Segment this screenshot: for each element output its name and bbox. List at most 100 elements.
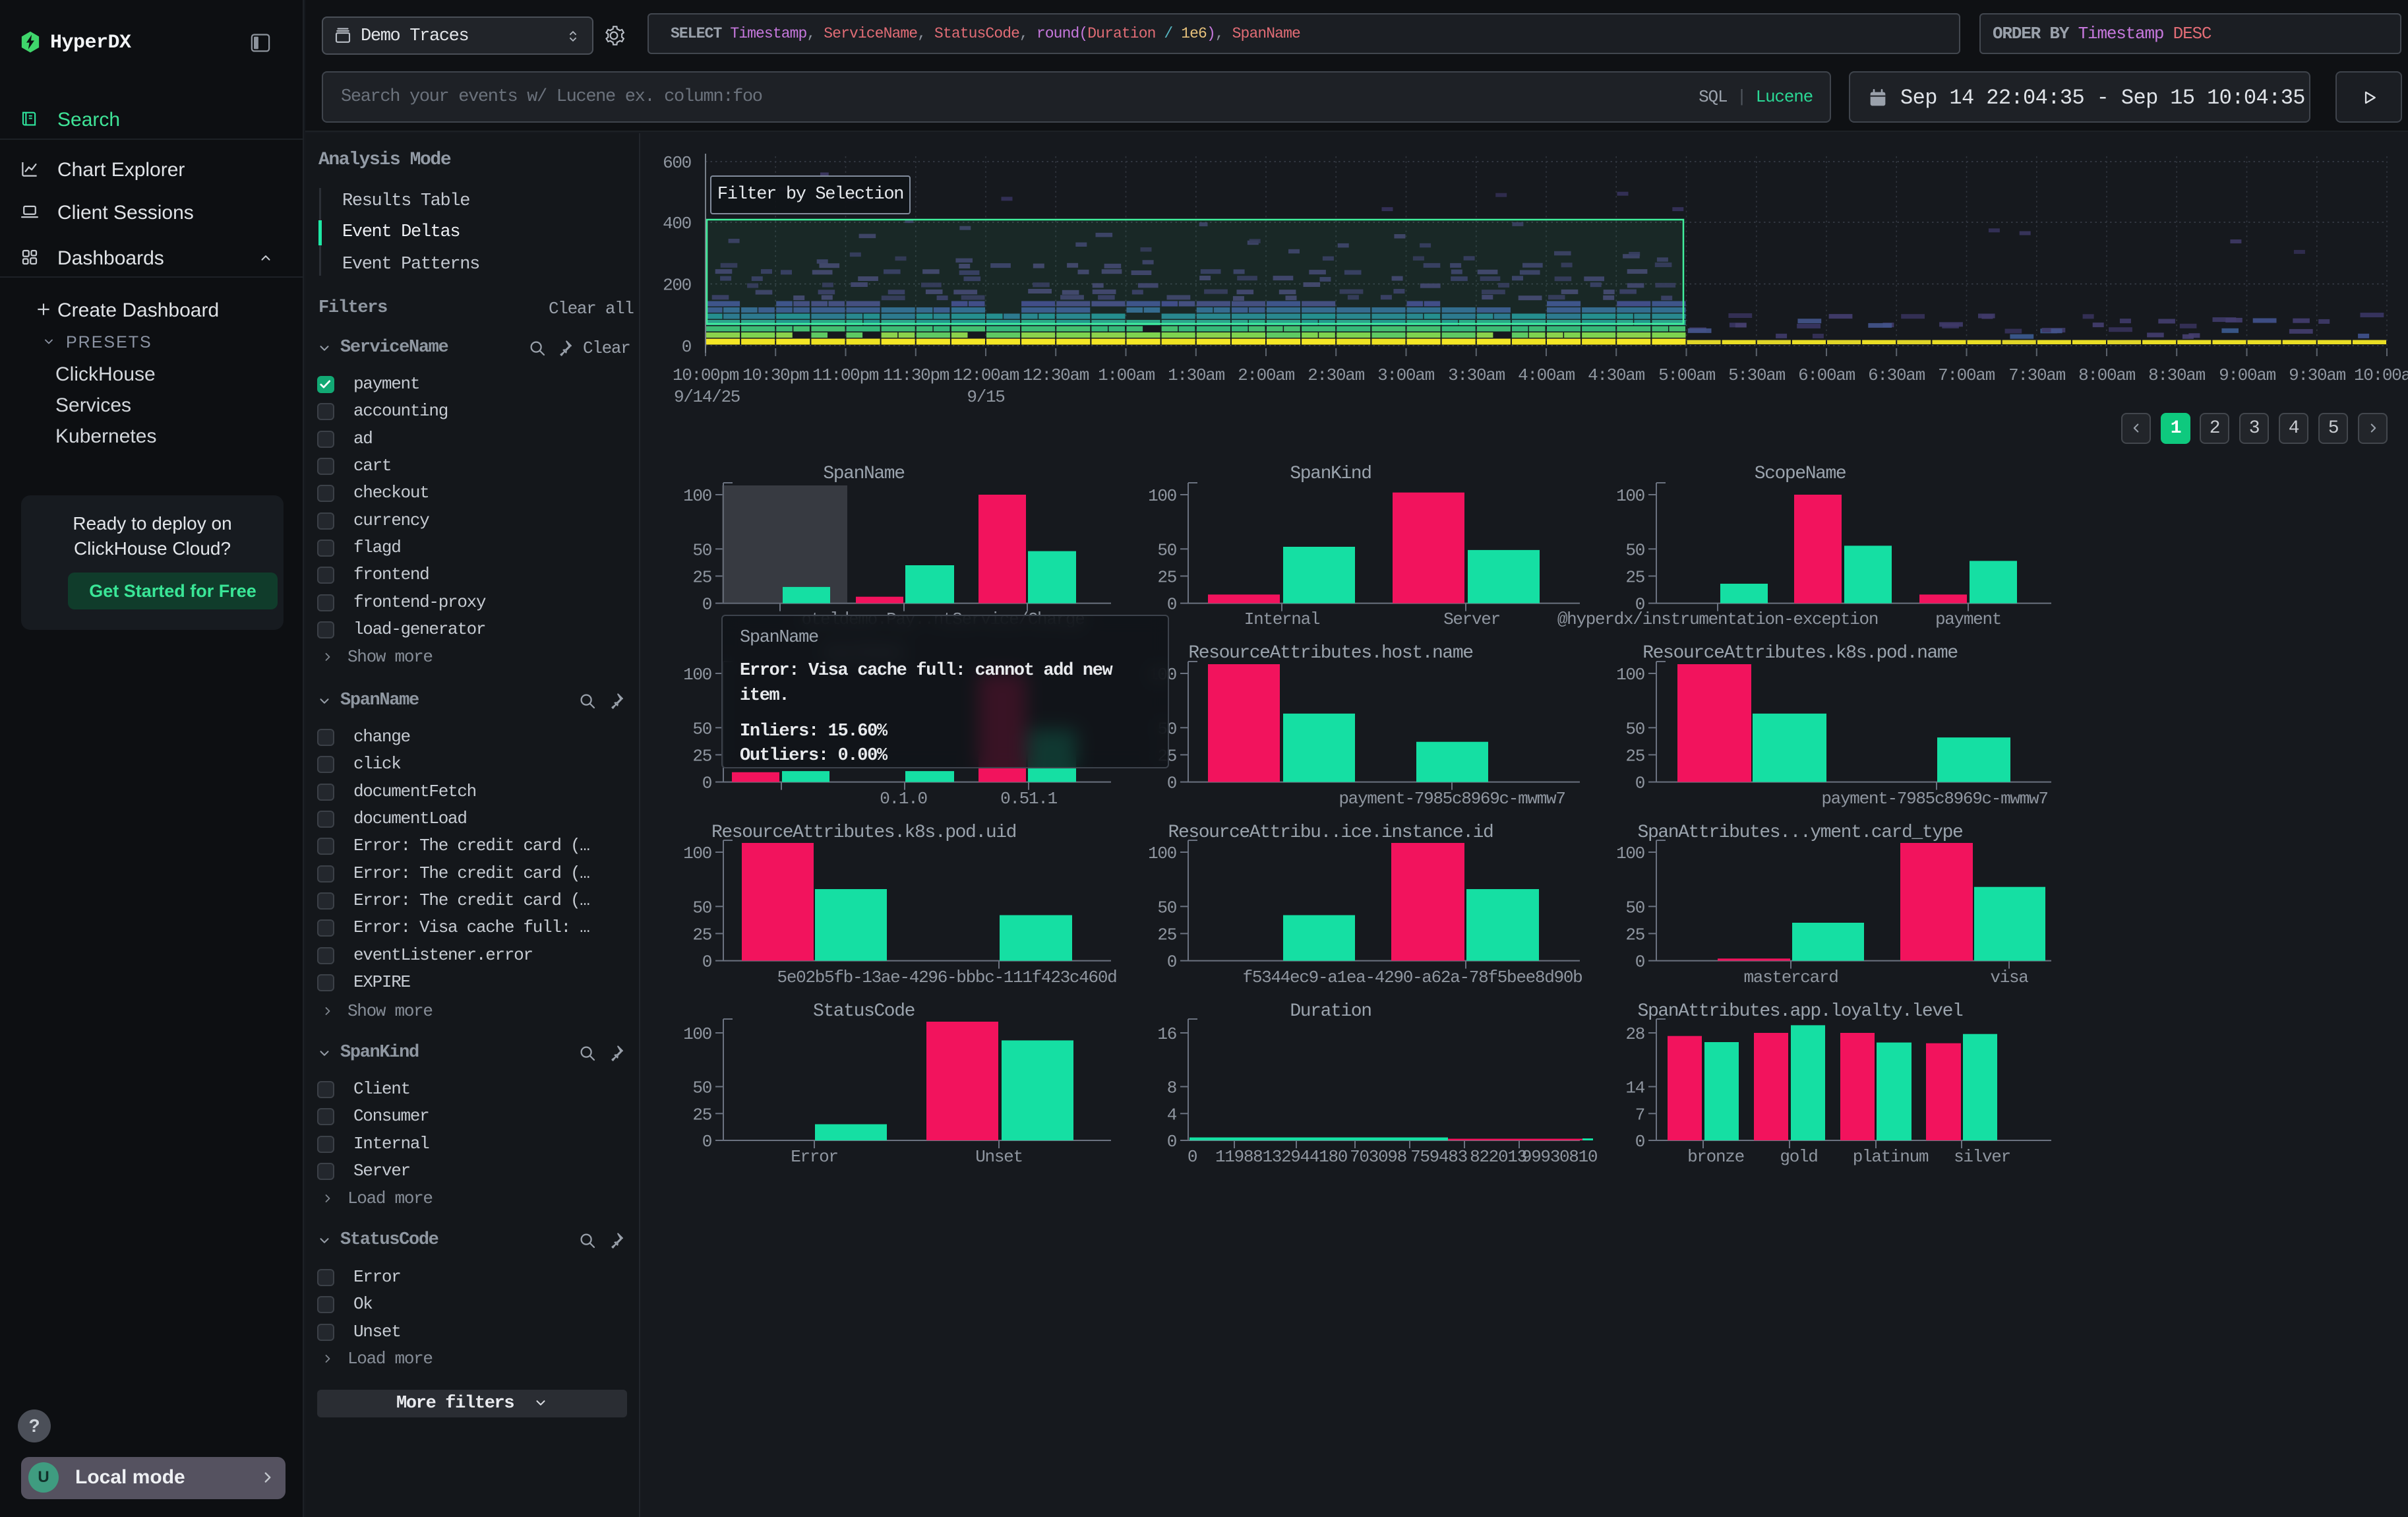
svg-text:11:30pm: 11:30pm [883, 365, 949, 385]
svg-text:9:30am: 9:30am [2289, 365, 2346, 385]
svg-text:25: 25 [692, 746, 711, 766]
svg-text:mastercard: mastercard [1743, 968, 1838, 987]
svg-text:Error: Error [791, 1147, 838, 1167]
svg-text:Unset: Unset [975, 1147, 1023, 1167]
svg-text:ResourceAttributes.host.name: ResourceAttributes.host.name [1188, 643, 1472, 664]
svg-text:50: 50 [692, 719, 711, 739]
svg-text:703098: 703098 [1350, 1147, 1406, 1167]
svg-text:100: 100 [1148, 844, 1176, 863]
svg-text:25: 25 [1157, 567, 1176, 587]
svg-text:3:00am: 3:00am [1377, 365, 1435, 385]
svg-text:0: 0 [702, 1132, 711, 1152]
svg-text:50: 50 [692, 1078, 711, 1098]
svg-text:25: 25 [692, 1105, 711, 1125]
svg-text:100: 100 [683, 844, 711, 863]
svg-text:0: 0 [1167, 774, 1176, 793]
svg-text:25: 25 [1625, 925, 1644, 944]
svg-text:0: 0 [702, 595, 711, 615]
svg-text:bronze: bronze [1687, 1147, 1744, 1167]
svg-text:0: 0 [1635, 952, 1644, 972]
svg-text:0: 0 [682, 337, 691, 357]
svg-text:400: 400 [663, 214, 691, 233]
svg-text:25: 25 [1625, 567, 1644, 587]
svg-text:0: 0 [1167, 1132, 1176, 1152]
svg-text:9:00am: 9:00am [2219, 365, 2276, 385]
svg-text:silver: silver [1954, 1147, 2010, 1167]
svg-text:5:30am: 5:30am [1728, 365, 1786, 385]
svg-text:ResourceAttribu..ice.instance.: ResourceAttribu..ice.instance.id [1168, 822, 1493, 843]
svg-text:Duration: Duration [1290, 1001, 1371, 1022]
svg-text:SpanAttributes.app.loyalty.lev: SpanAttributes.app.loyalty.level [1638, 1001, 1963, 1022]
svg-text:2:30am: 2:30am [1308, 365, 1365, 385]
svg-text:4:00am: 4:00am [1518, 365, 1575, 385]
svg-text:50: 50 [692, 540, 711, 560]
svg-text:4:30am: 4:30am [1588, 365, 1645, 385]
svg-text:visa: visa [1990, 968, 2028, 987]
svg-text:25: 25 [692, 925, 711, 944]
svg-text:7: 7 [1635, 1105, 1644, 1125]
svg-text:SpanKind: SpanKind [1290, 464, 1371, 484]
svg-text:200: 200 [663, 276, 691, 295]
svg-text:9/15: 9/15 [967, 387, 1004, 407]
svg-text:759483: 759483 [1410, 1147, 1467, 1167]
svg-text:0.1.0: 0.1.0 [880, 789, 927, 809]
svg-text:100: 100 [1616, 844, 1644, 863]
svg-text:3:30am: 3:30am [1448, 365, 1505, 385]
svg-text:ScopeName: ScopeName [1755, 464, 1846, 484]
svg-text:50: 50 [1625, 540, 1644, 560]
svg-text:SpanName: SpanName [823, 464, 904, 484]
svg-text:16: 16 [1157, 1024, 1176, 1044]
svg-text:6:30am: 6:30am [1868, 365, 1925, 385]
svg-text:2944180: 2944180 [1281, 1147, 1347, 1167]
svg-text:4: 4 [1167, 1105, 1177, 1125]
svg-text:Internal: Internal [1244, 609, 1320, 629]
svg-text:@hyperdx/instrumentation-excep: @hyperdx/instrumentation-exception [1557, 609, 1878, 629]
svg-text:0: 0 [1167, 952, 1176, 972]
svg-text:SpanAttributes...yment.card_ty: SpanAttributes...yment.card_type [1638, 822, 1963, 843]
svg-text:10:00am: 10:00am [2354, 365, 2408, 385]
svg-text:25: 25 [1157, 925, 1176, 944]
svg-text:10:00pm: 10:00pm [673, 365, 739, 385]
svg-text:7:30am: 7:30am [2008, 365, 2066, 385]
svg-text:5:00am: 5:00am [1658, 365, 1716, 385]
svg-text:25: 25 [1625, 746, 1644, 766]
svg-text:100: 100 [683, 1024, 711, 1044]
svg-text:9/14/25: 9/14/25 [674, 387, 740, 407]
svg-text:1:00am: 1:00am [1098, 365, 1155, 385]
svg-text:0: 0 [702, 952, 711, 972]
svg-text:payment-7985c8969c-mwmw7: payment-7985c8969c-mwmw7 [1821, 789, 2047, 809]
svg-text:50: 50 [692, 898, 711, 917]
svg-text:822013: 822013 [1470, 1147, 1526, 1167]
svg-text:99930810: 99930810 [1522, 1147, 1597, 1167]
svg-text:50: 50 [1625, 898, 1644, 917]
svg-text:10:30pm: 10:30pm [742, 365, 809, 385]
svg-text:8:30am: 8:30am [2148, 365, 2206, 385]
svg-text:f5344ec9-a1ea-4290-a62a-78f5be: f5344ec9-a1ea-4290-a62a-78f5bee8d90b [1243, 968, 1582, 987]
svg-text:14: 14 [1625, 1078, 1644, 1098]
svg-text:6:00am: 6:00am [1798, 365, 1855, 385]
svg-text:0: 0 [702, 774, 711, 793]
svg-text:8: 8 [1167, 1078, 1176, 1098]
svg-text:ResourceAttributes.k8s.pod.uid: ResourceAttributes.k8s.pod.uid [711, 822, 1016, 843]
svg-text:12:00am: 12:00am [953, 365, 1019, 385]
svg-text:50: 50 [1157, 898, 1176, 917]
svg-text:0: 0 [1167, 595, 1176, 615]
svg-text:50: 50 [1157, 540, 1176, 560]
svg-text:25: 25 [692, 567, 711, 587]
svg-text:100: 100 [683, 665, 711, 685]
svg-text:2:00am: 2:00am [1238, 365, 1295, 385]
svg-text:Server: Server [1443, 609, 1500, 629]
svg-text:ResourceAttributes.k8s.pod.nam: ResourceAttributes.k8s.pod.name [1642, 643, 1958, 664]
svg-text:5e02b5fb-13ae-4296-bbbc-111f42: 5e02b5fb-13ae-4296-bbbc-111f423c460d [777, 968, 1117, 987]
svg-text:gold: gold [1780, 1147, 1817, 1167]
svg-text:28: 28 [1625, 1024, 1644, 1044]
svg-text:payment: payment [1935, 609, 2001, 629]
svg-text:11:00pm: 11:00pm [812, 365, 879, 385]
svg-text:600: 600 [663, 153, 691, 173]
svg-text:50: 50 [1625, 719, 1644, 739]
svg-text:0: 0 [1188, 1147, 1197, 1167]
svg-text:100: 100 [1148, 486, 1176, 506]
svg-text:100: 100 [1616, 486, 1644, 506]
svg-text:0: 0 [1635, 1132, 1644, 1152]
svg-text:StatusCode: StatusCode [813, 1001, 915, 1022]
